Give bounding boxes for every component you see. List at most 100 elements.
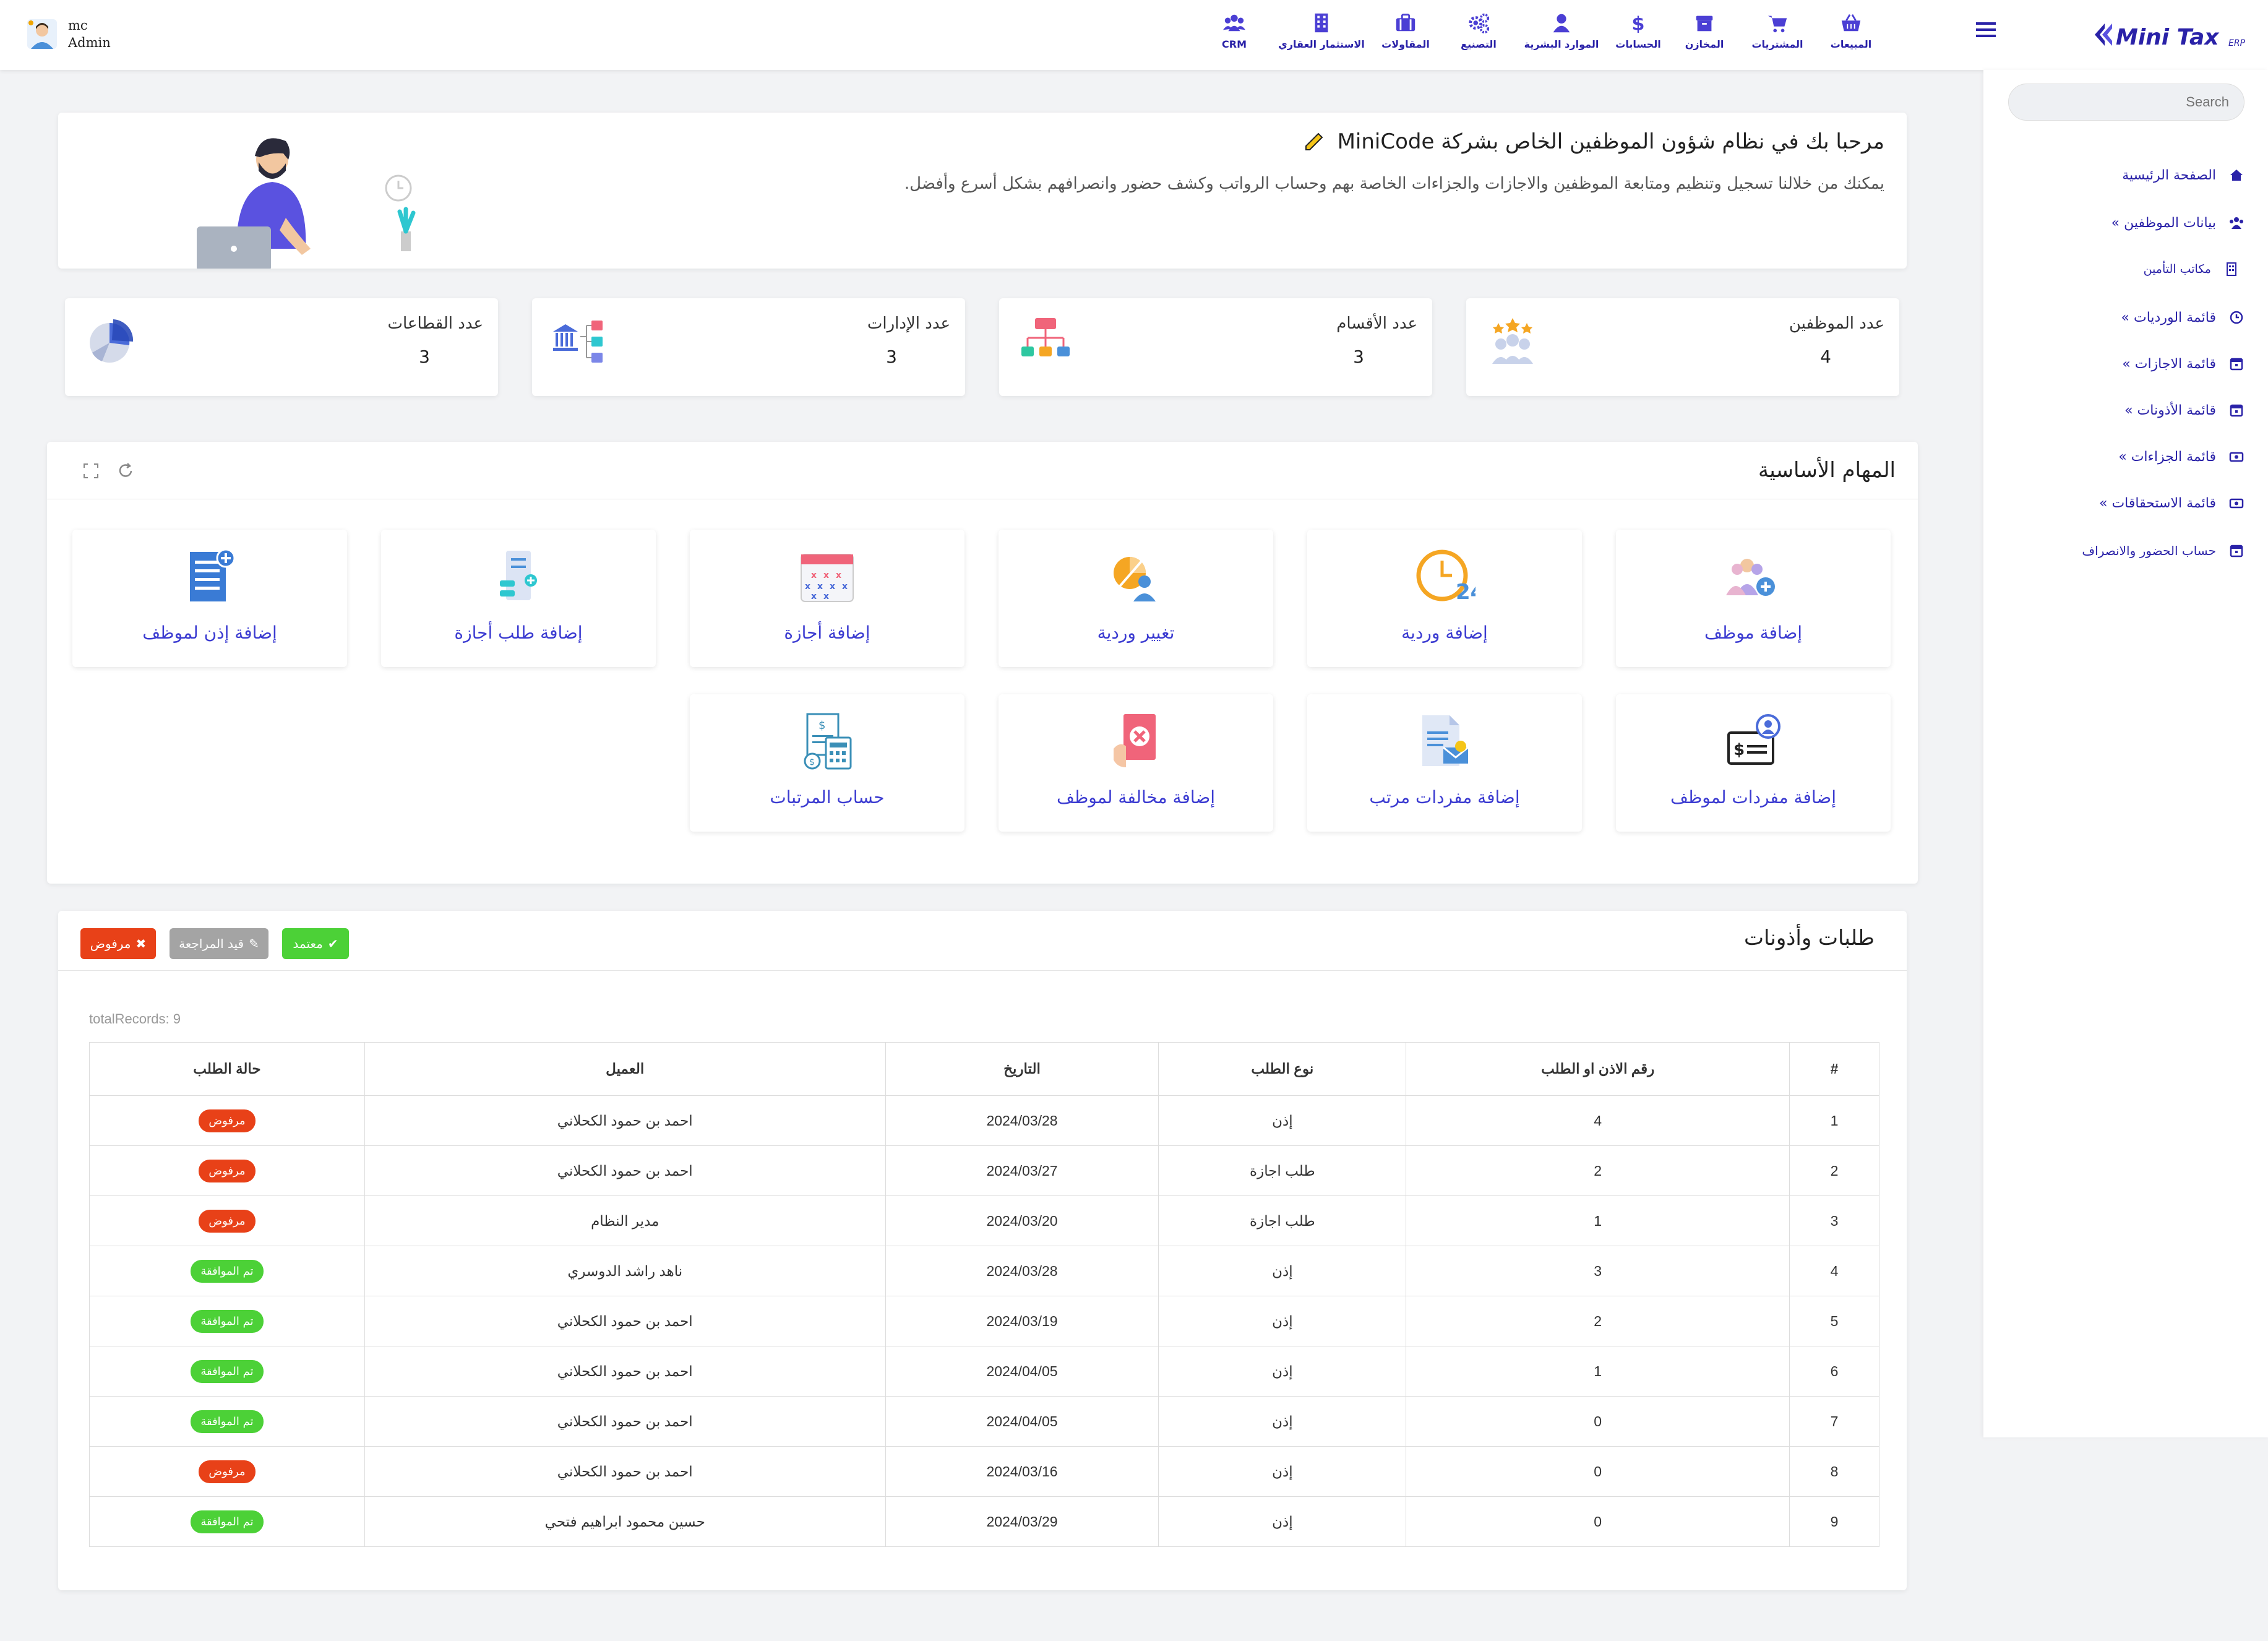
administration-icon (553, 321, 603, 363)
sidebar-item-penalties[interactable]: قائمة الجزاءات » (2118, 444, 2244, 469)
task-label: إضافة مخالفة لموظف (1056, 787, 1216, 808)
pie-chart-icon (90, 319, 134, 363)
clock-24-icon: 24 (1416, 549, 1475, 605)
table-row[interactable]: 3 1 طلب اجازة 2024/03/20 مدير النظام مرفوض (89, 1195, 1879, 1246)
nav-label: التصنيع (1461, 38, 1497, 50)
sidebar-item-label: قائمة الاجازات » (2122, 356, 2216, 372)
table-cell: 1 (1789, 1095, 1879, 1146)
table-cell: 0 (1406, 1446, 1790, 1497)
nav-label: CRM (1222, 38, 1247, 50)
task-label: حساب المرتبات (770, 787, 885, 808)
table-cell: مدير النظام (364, 1195, 886, 1246)
column-header[interactable]: # (1789, 1042, 1879, 1096)
nav-crm[interactable]: CRM (1191, 11, 1278, 58)
column-header[interactable]: التاريخ (885, 1042, 1159, 1096)
pencil-icon: ✎ (249, 936, 259, 951)
filter-rejected-button[interactable]: ✖ مرفوض (80, 928, 156, 959)
gears-icon (1469, 13, 1490, 34)
sidebar-item-entitlements[interactable]: قائمة الاستحقاقات » (2099, 491, 2244, 515)
calendar-icon (2230, 545, 2243, 558)
sidebar-item-home[interactable]: الصفحة الرئيسية (2122, 163, 2244, 187)
table-cell: 2024/03/16 (885, 1446, 1159, 1497)
table-row[interactable]: 5 2 إذن 2024/03/19 احمد بن حمود الكحلاني تم ا… (89, 1296, 1879, 1346)
sidebar-item-label: قائمة الجزاءات » (2118, 449, 2216, 465)
table-row[interactable]: 7 0 إذن 2024/04/05 احمد بن حمود الكحلاني تم ا… (89, 1396, 1879, 1447)
table-cell: إذن (1158, 1446, 1407, 1497)
task-add-shift[interactable]: 24 إضافة وردية (1307, 530, 1582, 667)
table-body: 1 4 إذن 2024/03/28 احمد بن حمود الكحلاني مرفو… (89, 1095, 1879, 1547)
pencil-icon (1304, 129, 1326, 157)
table-cell: احمد بن حمود الكحلاني (364, 1145, 886, 1196)
table-cell: احمد بن حمود الكحلاني (364, 1396, 886, 1447)
sidebar-item-attendance[interactable]: حساب الحضور والانصراف (2082, 538, 2244, 563)
filter-review-button[interactable]: ✎ قيد المراجعة (170, 928, 268, 959)
table-row[interactable]: 4 3 إذن 2024/03/28 ناهد راشد الدوسري تم الموا… (89, 1246, 1879, 1296)
table-row[interactable]: 9 0 إذن 2024/03/29 حسين محمود ابراهيم فتحي تم… (89, 1496, 1879, 1547)
nav-accounts[interactable]: $ الحسابات (1595, 11, 1682, 58)
sidebar-item-employees[interactable]: بيانات الموظفين » (2111, 210, 2244, 235)
fullscreen-icon[interactable] (82, 462, 100, 480)
task-label: إضافة وردية (1401, 622, 1488, 643)
sidebar-item-insurance[interactable]: مكاتب التأمين (2144, 257, 2240, 282)
user-menu[interactable]: mc Admin (25, 12, 142, 56)
building-icon (1315, 13, 1328, 33)
task-add-salary-items[interactable]: إضافة مفردات مرتب (1307, 694, 1582, 832)
task-change-shift[interactable]: تغيير وردية (999, 530, 1273, 667)
nav-label: المقاولات (1381, 38, 1430, 50)
nav-sales[interactable]: المبيعات (1808, 11, 1894, 58)
table-cell: مرفوض (89, 1195, 365, 1246)
table-cell: مرفوض (89, 1145, 365, 1196)
table-row[interactable]: 6 1 إذن 2024/04/05 احمد بن حمود الكحلاني تم ا… (89, 1346, 1879, 1397)
task-add-violation[interactable]: إضافة مخالفة لموظف (999, 694, 1273, 832)
task-add-vacation[interactable]: xxxxxxxxx إضافة أجازة (690, 530, 964, 667)
refresh-icon[interactable] (116, 462, 135, 480)
table-row[interactable]: 2 2 طلب اجازة 2024/03/27 احمد بن حمود الكحلا… (89, 1145, 1879, 1196)
status-badge: مرفوض (199, 1460, 256, 1483)
svg-text:x: x (817, 582, 823, 592)
column-header[interactable]: العميل (364, 1042, 886, 1096)
basket-icon (1841, 14, 1861, 32)
request-icon (500, 551, 537, 600)
task-add-permission[interactable]: إضافة إذن لموظف (72, 530, 347, 667)
table-cell: 2024/03/19 (885, 1296, 1159, 1346)
svg-text:x: x (830, 582, 835, 592)
requests-panel: طلبات وأذونات ✔ معتمد ✎ قيد المراجعة ✖ م… (58, 911, 1907, 1590)
nav-label: المبيعات (1830, 38, 1872, 50)
task-label: إضافة مفردات مرتب (1369, 787, 1520, 808)
table-row[interactable]: 1 4 إذن 2024/03/28 احمد بن حمود الكحلاني مرفو… (89, 1095, 1879, 1146)
sidebar-item-shifts[interactable]: قائمة الورديات » (2121, 305, 2244, 330)
requests-title: طلبات وأذونات (1743, 926, 1875, 950)
task-add-employee[interactable]: إضافة موظف (1616, 530, 1891, 667)
status-badge: تم الموافقة (191, 1359, 264, 1383)
table-cell: 1 (1406, 1346, 1790, 1397)
svg-text:$: $ (809, 757, 815, 767)
employee-money-icon: $ (1727, 714, 1780, 765)
search-input[interactable] (2008, 84, 2244, 121)
app-logo[interactable]: Mini Tax ERP (2091, 14, 2246, 54)
task-label: إضافة أجازة (784, 622, 870, 643)
table-cell: إذن (1158, 1496, 1407, 1547)
stat-card-sectors: عدد القطاعات 3 (65, 298, 498, 396)
filter-approved-button[interactable]: ✔ معتمد (282, 928, 349, 959)
column-header[interactable]: حالة الطلب (89, 1042, 365, 1096)
task-add-employee-items[interactable]: $ إضافة مفردات لموظف (1616, 694, 1891, 832)
nav-label: المخازن (1685, 38, 1724, 50)
nav-real-estate[interactable]: الاستثمار العقاري (1278, 11, 1365, 58)
sidebar-item-vacations[interactable]: قائمة الاجازات » (2122, 351, 2244, 376)
column-header[interactable]: رقم الاذن او الطلب (1406, 1042, 1790, 1096)
nav-hr[interactable]: الموارد البشرية (1518, 11, 1605, 58)
illustration-person-laptop (197, 138, 416, 269)
column-header[interactable]: نوع الطلب (1158, 1042, 1407, 1096)
warehouse-icon (1696, 15, 1713, 32)
nav-contracting[interactable]: المقاولات (1362, 11, 1449, 58)
badge-label: قيد المراجعة (179, 936, 244, 951)
menu-toggle-icon[interactable] (1974, 19, 1998, 41)
task-payroll-calc[interactable]: $ $ حساب المرتبات (690, 694, 964, 832)
sidebar-item-permissions[interactable]: قائمة الأذونات » (2124, 398, 2244, 423)
table-cell: إذن (1158, 1346, 1407, 1397)
table-row[interactable]: 8 0 إذن 2024/03/16 احمد بن حمود الكحلاني مرفو… (89, 1446, 1879, 1497)
task-add-vacation-request[interactable]: إضافة طلب أجازة (381, 530, 656, 667)
table-cell: 5 (1789, 1296, 1879, 1346)
table-cell: 7 (1789, 1396, 1879, 1447)
calendar-icon (2230, 358, 2243, 371)
